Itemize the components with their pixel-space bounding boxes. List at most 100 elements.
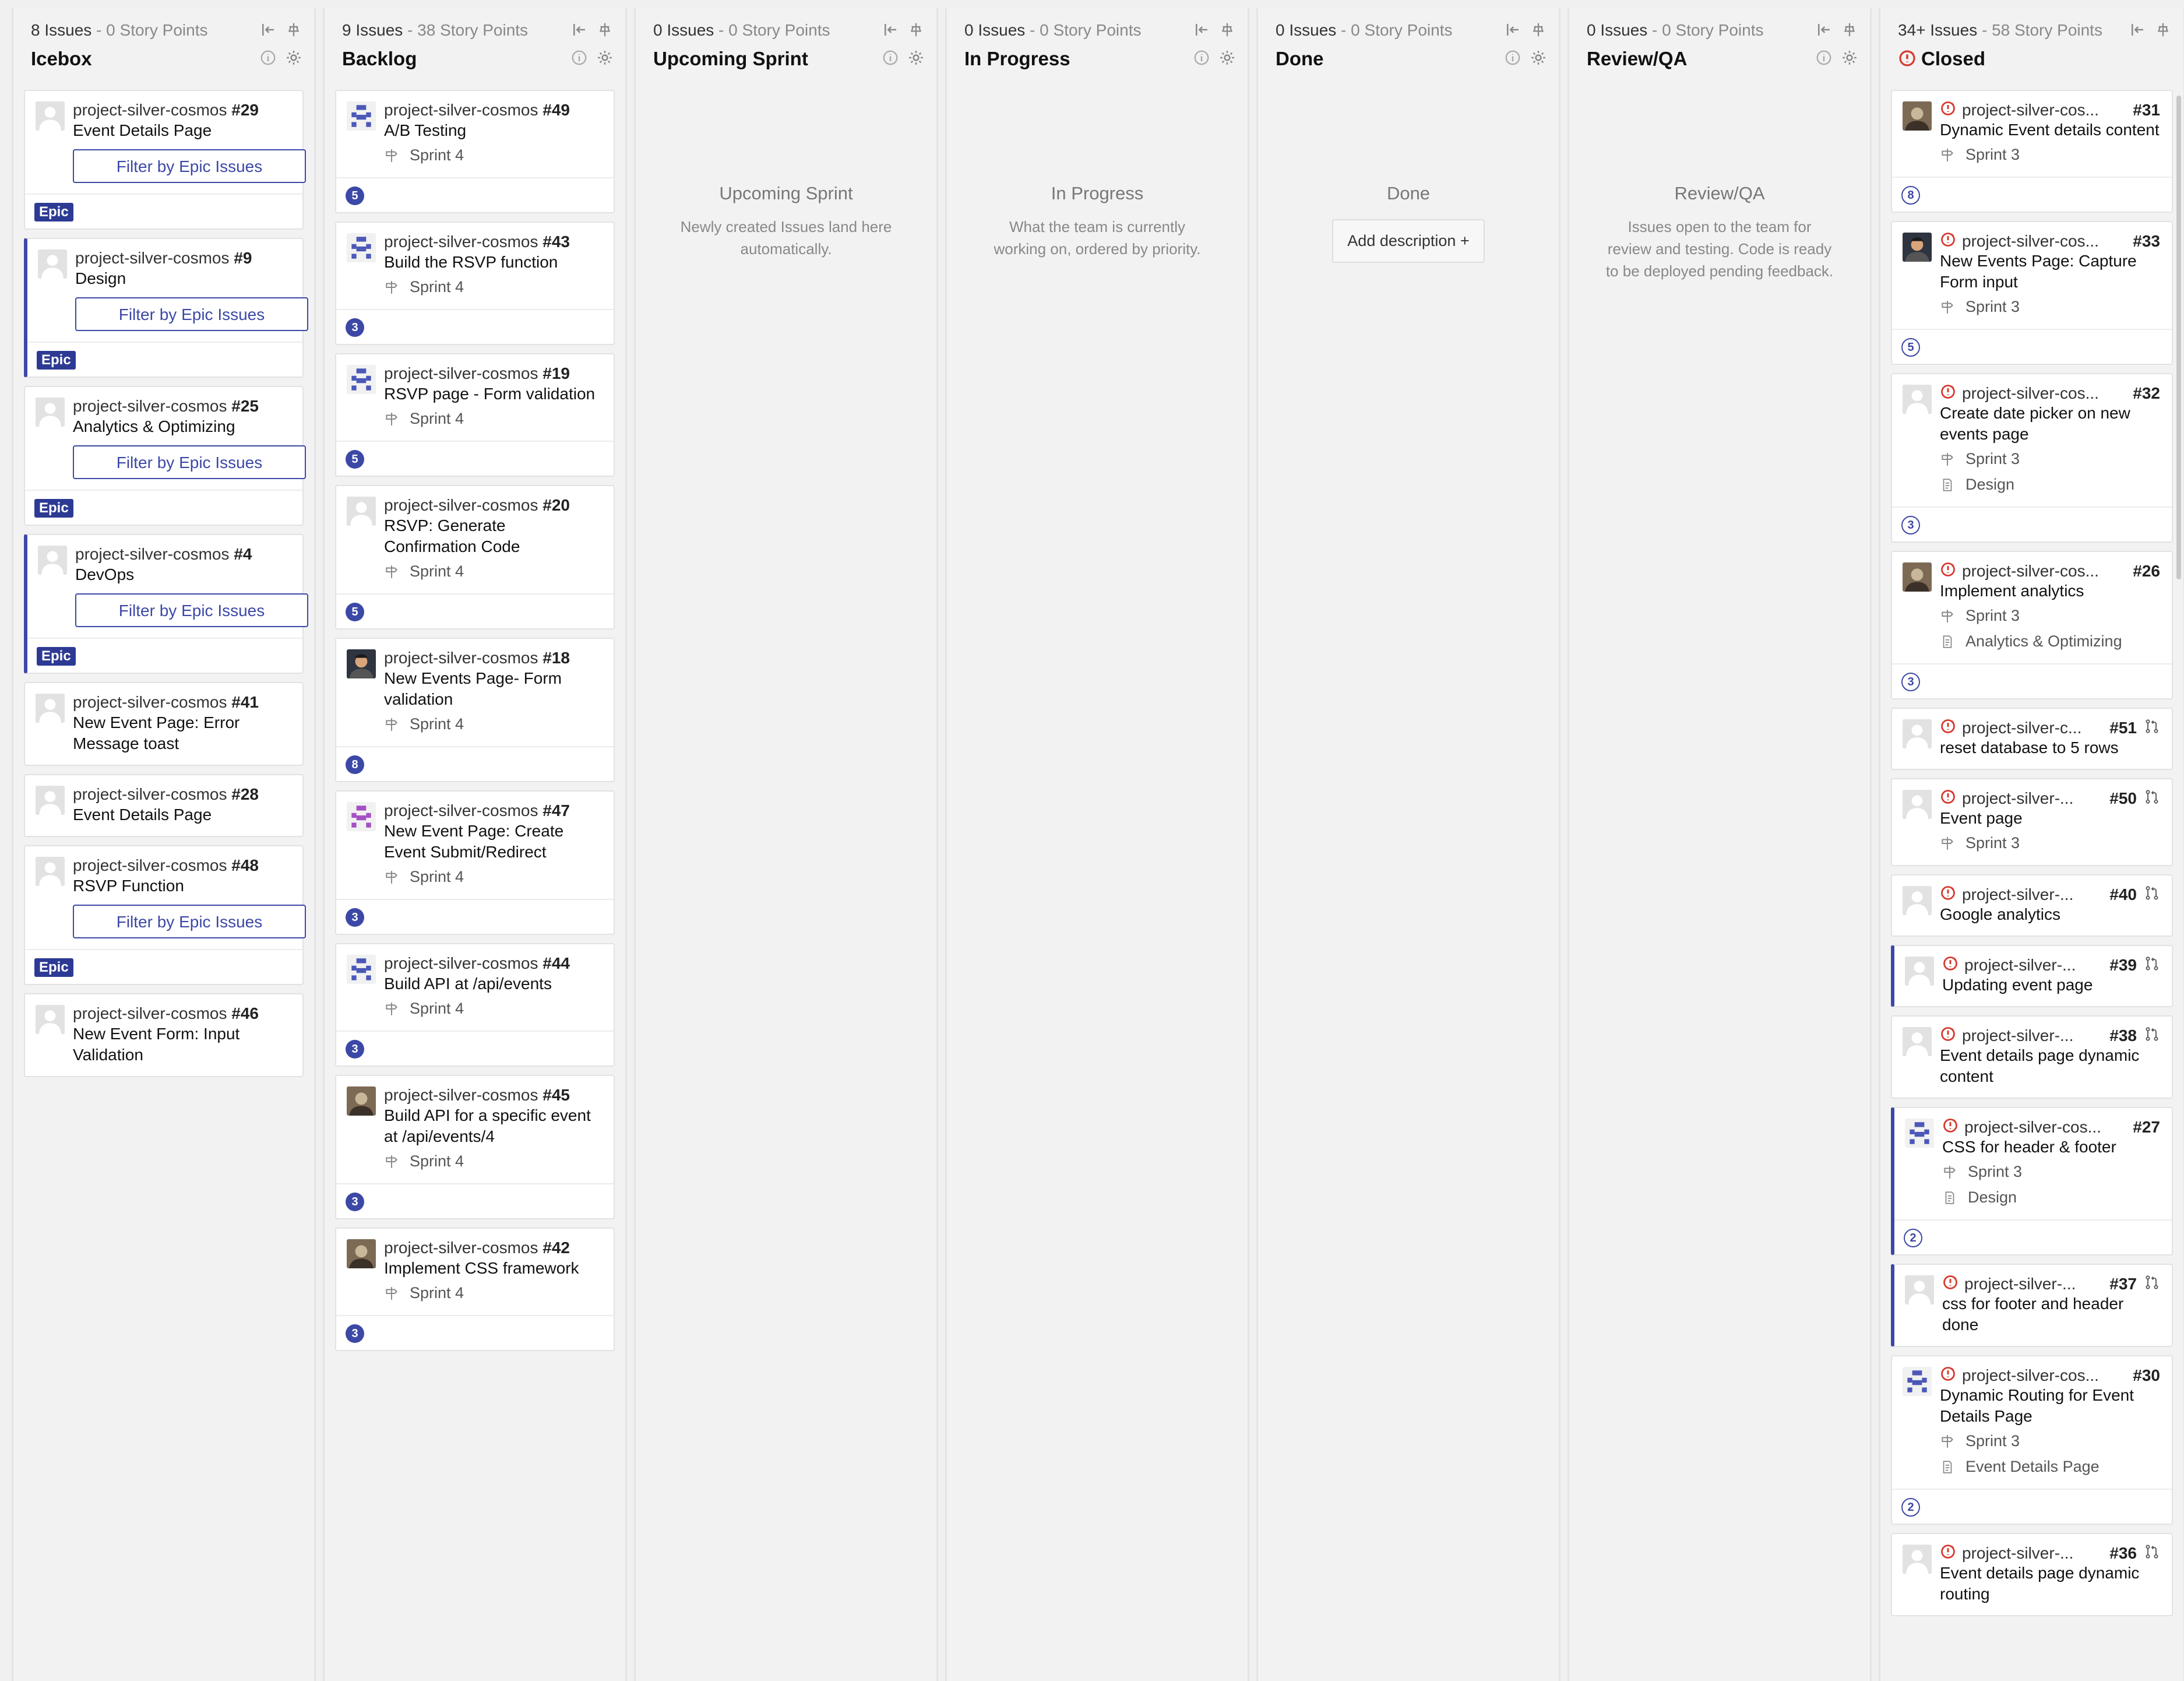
collapse-column-button[interactable]: [1504, 21, 1521, 38]
issue-count: 34+ Issues: [1898, 21, 1978, 39]
issue-card[interactable]: project-silver-cosmos #19 RSVP page - For…: [335, 353, 615, 477]
card-footer: Epic: [27, 342, 302, 377]
column-info-button[interactable]: [259, 49, 277, 66]
column-settings-button[interactable]: [285, 49, 302, 66]
repo-name: project-silver-cosmos: [384, 1239, 538, 1257]
issue-card[interactable]: project-silver-cos... #30 Dynamic Routing …: [1891, 1355, 2173, 1525]
issue-card[interactable]: project-silver-cosmos #43 Build the RSVP …: [335, 221, 615, 345]
avatar: [347, 365, 376, 394]
avatar: [347, 101, 376, 131]
issue-card[interactable]: project-silver-cosmos #20 RSVP: Generate …: [335, 485, 615, 630]
column-settings-button[interactable]: [907, 49, 925, 66]
issue-title: New Event Page: Create Event Submit/Redi…: [384, 822, 564, 861]
column-info-button[interactable]: [1815, 49, 1833, 66]
collapse-column-button[interactable]: [570, 21, 588, 38]
issue-count: 0 Issues: [1587, 21, 1648, 39]
pin-column-button[interactable]: [596, 21, 614, 38]
milestone-icon: [1942, 1435, 1954, 1448]
issue-card[interactable]: project-silver-cosmos #25 Analytics & Opt…: [24, 386, 306, 526]
column-info-button[interactable]: [570, 49, 588, 66]
column-info-button[interactable]: [1193, 49, 1210, 66]
collapse-column-button[interactable]: [259, 21, 277, 38]
issue-card[interactable]: project-silver-cosmos #46 New Event Form:…: [24, 993, 304, 1077]
collapse-column-button[interactable]: [1815, 21, 1833, 38]
avatar: [1903, 101, 1932, 131]
filter-by-epic-button[interactable]: Filter by Epic Issues: [73, 445, 306, 479]
gear-icon: [1531, 51, 1545, 65]
repo-name: project-silver-cos...: [1962, 1366, 2099, 1384]
issue-card[interactable]: project-silver-cosmos #42 Implement CSS f…: [335, 1228, 615, 1351]
column-title-text: Icebox: [31, 48, 92, 69]
issue-card[interactable]: project-silver-cosmos #45 Build API for a…: [335, 1075, 615, 1219]
issue-card[interactable]: project-silver-cosmos #41 New Event Page:…: [24, 682, 304, 766]
column-settings-button[interactable]: [1530, 49, 1547, 66]
issue-card[interactable]: project-silver-cosmos #47 New Event Page:…: [335, 790, 615, 935]
column-header: 0 Issues - 0 Story Points Upcoming Sprint: [636, 8, 936, 78]
column-settings-button[interactable]: [1841, 49, 1858, 66]
column-info-button[interactable]: [882, 49, 899, 66]
empty-state: Review/QA Issues open to the team for rev…: [1569, 183, 1870, 282]
pin-column-button[interactable]: [1218, 21, 1236, 38]
card-body: project-silver-cosmos #43 Build the RSVP …: [336, 223, 614, 309]
issue-card[interactable]: project-silver-cosmos #29 Event Details P…: [24, 90, 306, 230]
issue-card[interactable]: project-silver-cosmos #44 Build API at /a…: [335, 943, 615, 1067]
issue-card[interactable]: project-silver-cosmos #9 Design Filter by …: [24, 238, 308, 378]
filter-by-epic-button[interactable]: Filter by Epic Issues: [75, 593, 308, 627]
repo-name: project-silver-...: [1962, 789, 2074, 807]
column-settings-button[interactable]: [1218, 49, 1236, 66]
card-footer: Epic: [25, 490, 302, 525]
pin-column-button[interactable]: [285, 21, 302, 38]
issue-card[interactable]: project-silver-cosmos #18 New Events Page…: [335, 638, 615, 782]
pin-column-button[interactable]: [2154, 21, 2172, 38]
issue-card[interactable]: project-silver-cosmos #28 Event Details P…: [24, 774, 304, 837]
filter-by-epic-button[interactable]: Filter by Epic Issues: [75, 297, 308, 331]
issue-repo: project-silver-cosmos #25: [73, 396, 291, 416]
pin-column-button[interactable]: [907, 21, 925, 38]
issue-repo: project-silver-cosmos #49: [384, 100, 602, 120]
milestone-label: Sprint 3: [1968, 1163, 2023, 1180]
issue-card[interactable]: project-silver-cosmos #49 A/B Testing Spri…: [335, 90, 615, 213]
issue-card[interactable]: project-silver-... #38 Event details page …: [1891, 1015, 2173, 1099]
issue-card[interactable]: project-silver-cos... #26 Implement analyt…: [1891, 551, 2173, 699]
issue-card[interactable]: project-silver-... #50 Event page Sprint 3: [1891, 778, 2173, 866]
empty-state-description: Newly created Issues land here automatic…: [680, 218, 892, 258]
issue-number: #19: [543, 364, 570, 382]
collapse-column-button[interactable]: [882, 21, 899, 38]
filter-by-epic-button[interactable]: Filter by Epic Issues: [73, 149, 306, 183]
pin-column-button[interactable]: [1841, 21, 1858, 38]
issue-count: 0 Issues: [964, 21, 1026, 39]
issue-card[interactable]: project-silver-c... #51 reset database to …: [1891, 708, 2173, 770]
column-info-button[interactable]: [1504, 49, 1521, 66]
issue-card[interactable]: project-silver-cos... #27 CSS for header &…: [1891, 1107, 2173, 1256]
issue-repo: project-silver-cosmos #46: [73, 1004, 291, 1024]
header-settings: [562, 49, 614, 66]
card-body: project-silver-cosmos #48 RSVP Function Fi…: [25, 846, 306, 949]
milestone: Sprint 4: [384, 143, 602, 167]
issue-card[interactable]: project-silver-cos... #32 Create date pick…: [1891, 373, 2173, 543]
collapse-column-button[interactable]: [1193, 21, 1210, 38]
issue-card[interactable]: project-silver-cos... #33 New Events Page:…: [1891, 221, 2173, 365]
issue-card[interactable]: project-silver-... #40 Google analytics: [1891, 874, 2173, 937]
filter-by-epic-button[interactable]: Filter by Epic Issues: [73, 905, 306, 938]
issue-number: #9: [234, 249, 252, 267]
milestone-icon: [386, 718, 398, 731]
issue-card[interactable]: project-silver-cosmos #4 DevOps Filter by …: [24, 534, 308, 674]
issue-title: Updating event page: [1942, 976, 2093, 994]
issue-card[interactable]: project-silver-cos... #31 Dynamic Event de…: [1891, 90, 2173, 213]
issue-card[interactable]: project-silver-... #39 Updating event page: [1891, 945, 2173, 1007]
column-settings-button[interactable]: [596, 49, 614, 66]
scrollbar[interactable]: [2176, 96, 2181, 579]
issue-card[interactable]: project-silver-... #36 Event details page …: [1891, 1533, 2173, 1616]
issue-card[interactable]: project-silver-cosmos #48 RSVP Function Fi…: [24, 845, 306, 985]
repo-name: project-silver-...: [1962, 885, 2074, 903]
column-title-text: Done: [1276, 48, 1324, 69]
pull-request: [2144, 1026, 2160, 1045]
avatar: [1903, 886, 1932, 915]
issue-card[interactable]: project-silver-... #37 css for footer and …: [1891, 1264, 2173, 1347]
pin-column-button[interactable]: [1530, 21, 1547, 38]
issue-number: #30: [2133, 1366, 2160, 1384]
add-description-button[interactable]: Add description +: [1332, 219, 1485, 263]
collapse-column-button[interactable]: [2129, 21, 2146, 38]
issue-title: RSVP: Generate Confirmation Code: [384, 516, 520, 555]
repo-name: project-silver-cos...: [1964, 1117, 2101, 1136]
